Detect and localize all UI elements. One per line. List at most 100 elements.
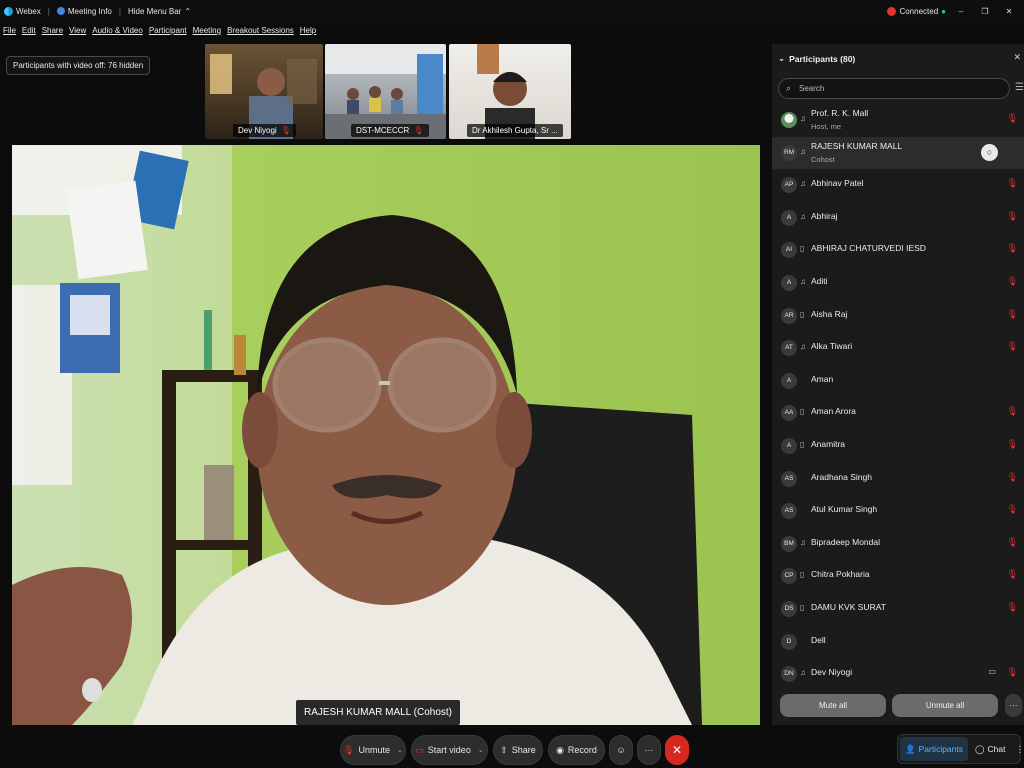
menu-help[interactable]: Help (300, 26, 316, 40)
meeting-info-button[interactable]: Meeting Info (56, 7, 112, 16)
participant-row[interactable]: AS Atul Kumar Singh 🎙 (772, 495, 1024, 527)
meeting-controls: 🎙 Unmute ⌄ ▭ Start video ⌄ ⇧ Share ◉ Rec… (0, 735, 770, 765)
avatar: A (781, 438, 797, 454)
active-speaker-video-feed (12, 145, 760, 725)
more-options-button[interactable]: ··· (637, 735, 661, 765)
menu-view[interactable]: View (69, 26, 86, 40)
sort-icon[interactable]: ☰ (1015, 82, 1024, 93)
participant-row[interactable]: A ♫ Aditi 🎙 (772, 267, 1024, 299)
participant-row[interactable]: A Aman (772, 365, 1024, 397)
participant-row[interactable]: AA ▯ Aman Arora 🎙 (772, 397, 1024, 429)
connection-status[interactable]: Connected ● (887, 6, 946, 16)
avatar: AS (781, 470, 797, 487)
participant-name: DAMU KVK SURAT (811, 602, 886, 612)
end-meeting-button[interactable]: ✕ (665, 735, 689, 765)
participant-row[interactable]: DN ♫ Dev Niyogi ▭ 🎙 (772, 658, 1024, 690)
participant-options-button[interactable]: ○ (981, 143, 998, 161)
tab-chat-label: Chat (987, 744, 1006, 754)
mic-muted-icon[interactable]: 🎙 (1007, 309, 1018, 320)
hidden-participants-notice[interactable]: Participants with video off: 76 hidden (6, 56, 151, 75)
tab-chat[interactable]: ◯ Chat (970, 737, 1010, 761)
search-icon: ⌕ (786, 83, 792, 93)
chat-icon: ◯ (975, 743, 985, 754)
menu-participant[interactable]: Participant (149, 26, 187, 40)
menu-audio-video[interactable]: Audio & Video (92, 26, 143, 40)
unmute-all-button[interactable]: Unmute all (892, 694, 998, 717)
participant-name: Bipradeep Mondal (811, 536, 880, 547)
participant-row[interactable]: A ♫ Abhiraj 🎙 (772, 202, 1024, 234)
search-placeholder: Search (799, 84, 825, 93)
mic-muted-icon: 🎙 (343, 744, 355, 755)
mic-muted-icon[interactable]: 🎙 (1007, 406, 1018, 417)
participant-row[interactable]: AT ♫ Alka Tiwari 🎙 (772, 332, 1024, 364)
participant-row[interactable]: ♫ Prof. R. K. Mall Host, me 🎙 (772, 104, 1024, 136)
participant-row[interactable]: DS ▯ DAMU KVK SURAT 🎙 (772, 593, 1024, 625)
participant-row[interactable]: BM ♫ Bipradeep Mondal 🎙 (772, 528, 1024, 560)
tabs-more-button[interactable]: ⋮ (1013, 744, 1024, 755)
info-icon (56, 7, 65, 15)
video-thumbnail-3[interactable]: Dr Akhilesh Gupta, Sr ... (449, 44, 571, 139)
search-input[interactable]: ⌕ Search (778, 78, 1010, 99)
close-icon[interactable]: ✕ (1000, 7, 1018, 16)
menu-file[interactable]: File (3, 26, 16, 40)
phone-icon: ▯ (800, 309, 805, 319)
mic-muted-icon[interactable]: 🎙 (1007, 341, 1018, 352)
start-video-label: Start video (427, 745, 471, 755)
mic-muted-icon[interactable]: 🎙 (1007, 276, 1018, 287)
mic-muted-icon[interactable]: 🎙 (1007, 667, 1018, 678)
tab-participants[interactable]: 👤 Participants (900, 737, 969, 761)
close-icon[interactable]: ✕ (1013, 52, 1021, 63)
participant-name: Aradhana Singh (811, 471, 872, 482)
restore-icon[interactable]: ❐ (976, 7, 994, 16)
participant-row[interactable]: AR ▯ Aisha Raj 🎙 (772, 300, 1024, 332)
mute-all-button[interactable]: Mute all (780, 694, 886, 717)
mic-muted-icon[interactable]: 🎙 (1007, 211, 1018, 222)
hide-menu-bar-button[interactable]: Hide Menu Bar ⌃ (128, 7, 191, 16)
mic-muted-icon[interactable]: 🎙 (1007, 113, 1018, 124)
panel-more-button[interactable]: ··· (1005, 694, 1022, 717)
headset-icon: ♫ (800, 114, 806, 123)
chevron-down-icon[interactable]: ⌄ (397, 746, 403, 754)
menu-share[interactable]: Share (42, 26, 63, 40)
mic-muted-icon[interactable]: 🎙 (1007, 504, 1018, 515)
video-thumbnail-2[interactable]: DST-MCECCR 🎙 (325, 44, 446, 139)
avatar (781, 112, 797, 128)
participant-row[interactable]: D Dell (772, 626, 1024, 658)
participant-row[interactable]: A ▯ Anamitra 🎙 (772, 430, 1024, 462)
participant-row[interactable]: AP ♫ Abhinav Patel 🎙 (772, 169, 1024, 201)
mic-muted-icon[interactable]: 🎙 (1007, 472, 1018, 483)
mic-muted-icon[interactable]: 🎙 (1007, 243, 1018, 254)
video-thumbnail-1[interactable]: Dev Niyogi 🎙 (205, 44, 323, 139)
active-speaker-video[interactable] (12, 145, 760, 725)
participant-row[interactable]: AI ▯ ABHIRAJ CHATURVEDI IESD 🎙 (772, 234, 1024, 266)
avatar: DN (781, 666, 797, 683)
mic-muted-icon[interactable]: 🎙 (1007, 178, 1018, 189)
participant-name: Aisha Raj (811, 308, 848, 319)
unmute-button[interactable]: 🎙 Unmute ⌄ (340, 735, 406, 765)
mic-muted-icon[interactable]: 🎙 (1007, 569, 1018, 580)
minimize-icon[interactable]: – (952, 7, 970, 16)
panel-header[interactable]: ⌄ Participants (80) (778, 53, 855, 64)
avatar: AS (781, 503, 797, 520)
participant-row[interactable]: AS Aradhana Singh 🎙 (772, 463, 1024, 495)
avatar: D (781, 633, 797, 650)
participant-role: Host, me (811, 122, 842, 131)
participant-row[interactable]: CP ▯ Chitra Pokharia 🎙 (772, 560, 1024, 592)
avatar: RM (781, 144, 797, 161)
mic-muted-icon[interactable]: 🎙 (1007, 602, 1018, 613)
menu-breakout-sessions[interactable]: Breakout Sessions (227, 26, 294, 40)
participant-name: Prof. R. K. Mall (811, 108, 869, 118)
mic-muted-icon[interactable]: 🎙 (1007, 439, 1018, 450)
mic-muted-icon[interactable]: 🎙 (1007, 537, 1018, 548)
participant-name: Aman Arora (811, 406, 856, 417)
menu-edit[interactable]: Edit (22, 26, 36, 40)
webex-app-menu[interactable]: Webex (4, 6, 41, 16)
record-button[interactable]: ◉ Record (548, 735, 605, 765)
start-video-button[interactable]: ▭ Start video ⌄ (411, 735, 488, 765)
participant-row[interactable]: RM ♫ RAJESH KUMAR MALL Cohost ○ (772, 136, 1024, 169)
headset-icon: ♫ (800, 211, 806, 221)
menu-meeting[interactable]: Meeting (193, 26, 221, 40)
reactions-button[interactable]: ☺ (609, 735, 633, 765)
chevron-down-icon[interactable]: ⌄ (478, 746, 484, 754)
share-button[interactable]: ⇧ Share (493, 735, 543, 765)
